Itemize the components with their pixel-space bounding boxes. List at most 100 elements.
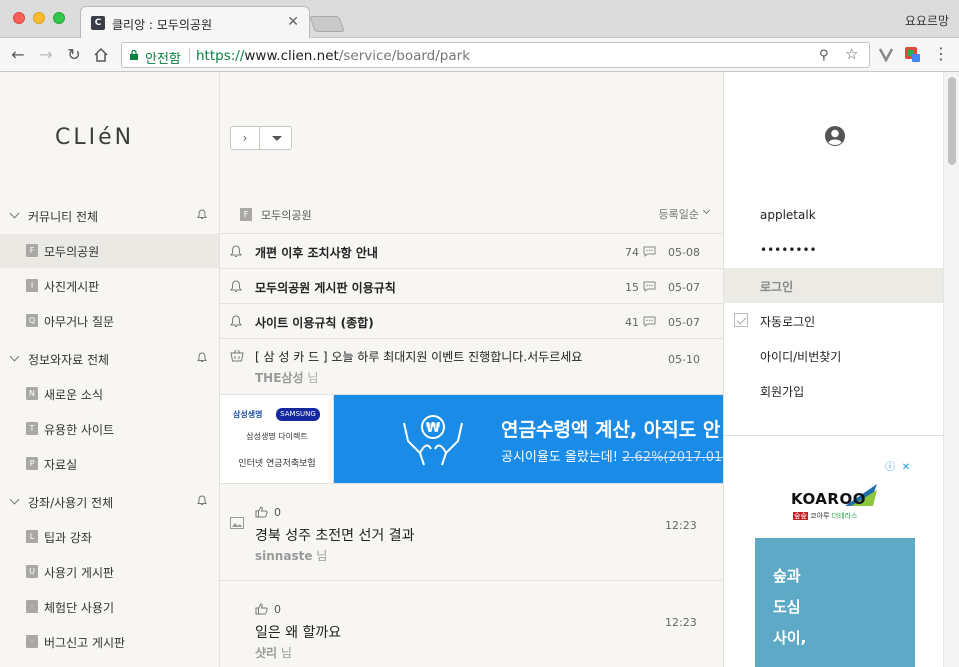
ad-product-name: 삼성생명 다이렉트 <box>246 432 308 441</box>
reload-icon[interactable]: ↻ <box>64 45 84 65</box>
notice-row[interactable]: 사이트 이용규칙 (종합) 41 05-07 <box>220 303 723 338</box>
user-avatar-icon[interactable] <box>824 125 846 147</box>
sidebar-item-experience[interactable]: · 체험단 사용기 <box>0 590 219 624</box>
board-name: 모두의공원 <box>261 209 312 222</box>
comment-count: 15 <box>625 281 639 294</box>
notice-title[interactable]: 개편 이후 조치사항 안내 <box>255 244 378 261</box>
bookmark-star-icon[interactable]: ☆ <box>845 45 858 63</box>
left-sidebar: CLIéN 커뮤니티 전체 F 모두의공원 I 사진게시판 Q 아무거나 질문 … <box>0 72 220 667</box>
hands-coin-icon: ₩ <box>403 415 463 466</box>
bell-icon[interactable] <box>197 495 207 506</box>
board-badge: · <box>26 600 38 613</box>
board-badge: F <box>26 244 38 257</box>
bell-icon <box>230 280 242 292</box>
board-nav-buttons: › <box>230 126 293 150</box>
bell-icon <box>230 245 242 257</box>
bell-icon <box>230 315 242 327</box>
clien-logo[interactable]: CLIéN <box>55 125 134 150</box>
koaroo-logo-text: KOAROO <box>791 490 866 508</box>
sidebar-item-useful-sites[interactable]: T 유용한 사이트 <box>0 412 219 446</box>
post-author[interactable]: 샷리 님 <box>255 644 292 661</box>
sidebar-item-photo[interactable]: I 사진게시판 <box>0 269 219 303</box>
ad-sponsor-box: 삼성생명 SAMSUNG 삼성생명 다이렉트 인터넷 연금저축보험 <box>220 395 334 483</box>
profile-name[interactable]: 요요르망 <box>905 12 949 29</box>
sidebar-item-reviews[interactable]: U 사용기 게시판 <box>0 555 219 589</box>
browser-menu-icon[interactable]: ⋮ <box>933 44 949 64</box>
home-icon[interactable] <box>91 45 111 65</box>
login-button-label: 로그인 <box>760 280 794 294</box>
sidebar-item-bug-report[interactable]: · 버그신고 게시판 <box>0 625 219 659</box>
sidebar-item-pds[interactable]: P 자료실 <box>0 447 219 481</box>
auto-login-checkbox[interactable]: 자동로그인 <box>724 303 944 338</box>
post-time: 12:23 <box>665 616 697 629</box>
close-window-button[interactable] <box>13 12 25 24</box>
browser-tab-active[interactable]: C 클리앙 : 모두의공원 ✕ <box>80 6 310 39</box>
post-author[interactable]: sinnaste 님 <box>255 547 327 564</box>
sidebar-item-question[interactable]: Q 아무거나 질문 <box>0 304 219 338</box>
sidebar-item-label: 체험단 사용기 <box>44 601 115 615</box>
notice-title[interactable]: 모두의공원 게시판 이용규칙 <box>255 279 396 296</box>
board-badge: I <box>26 279 38 292</box>
next-board-button[interactable]: › <box>230 126 260 150</box>
page-scrollbar[interactable] <box>943 72 959 667</box>
sidebar-item-label: 모두의공원 <box>44 245 100 259</box>
maximize-window-button[interactable] <box>53 12 65 24</box>
vimeo-extension-icon[interactable] <box>878 46 894 62</box>
key-icon[interactable]: ⚲ <box>819 48 829 63</box>
board-badge: U <box>26 565 38 578</box>
chevron-down-icon <box>9 208 20 219</box>
notice-row[interactable]: 모두의공원 게시판 이용규칙 15 05-07 <box>220 268 723 303</box>
sidebar-item-park[interactable]: F 모두의공원 <box>0 234 219 268</box>
ad-copy-line: 도심 <box>773 598 801 616</box>
ad-creative[interactable]: ₩ 연금수령액 계산, 아직도 안 하 공시이율도 올랐는데! 2.62%(20… <box>334 395 723 483</box>
menu-group-info[interactable]: 정보와자료 전체 <box>0 344 219 374</box>
scrollbar-thumb[interactable] <box>948 77 956 165</box>
ad-logo-area: ⓘ ✕ KOAROO 숲숲 코아루 더테라스 <box>755 460 915 538</box>
koaroo-side-ad[interactable]: ⓘ ✕ KOAROO 숲숲 코아루 더테라스 숲과 도심 사이, <box>755 460 915 667</box>
back-arrow-icon[interactable]: ← <box>8 45 28 65</box>
username-field[interactable]: appletalk <box>724 198 944 233</box>
minimize-window-button[interactable] <box>33 12 45 24</box>
board-dropdown-button[interactable] <box>259 126 292 150</box>
menu-group-label: 커뮤니티 전체 <box>28 210 99 224</box>
forward-arrow-icon[interactable]: → <box>36 45 56 65</box>
koaroo-tagline: 숲숲 코아루 더테라스 <box>793 512 858 520</box>
post-row[interactable]: 0 일은 왜 할까요 12:23 샷리 님 <box>220 580 723 667</box>
ad-subline: 공시이율도 올랐는데! 2.62%(2017.01) <box>501 450 723 465</box>
post-title[interactable]: [ 삼 성 카 드 ] 오늘 하루 최대지원 이벤트 진행합니다.서두르세요 <box>255 348 582 365</box>
sponsored-post-row[interactable]: [ 삼 성 카 드 ] 오늘 하루 최대지원 이벤트 진행합니다.서두르세요 0… <box>220 338 723 394</box>
password-field[interactable]: •••••••• <box>724 233 944 268</box>
post-title[interactable]: 경북 성주 초전면 선거 결과 <box>255 525 414 545</box>
post-row[interactable]: 0 경북 성주 초전면 선거 결과 12:23 sinnaste 님 <box>220 483 723 579</box>
bell-icon[interactable] <box>197 352 207 363</box>
sidebar-item-label: 버그신고 게시판 <box>44 636 126 650</box>
menu-group-community[interactable]: 커뮤니티 전체 <box>0 201 219 231</box>
account-panel: appletalk •••••••• 로그인 자동로그인 아이디/비번찾기 회원… <box>723 72 944 667</box>
signup-link[interactable]: 회원가입 <box>724 373 944 408</box>
bell-icon[interactable] <box>197 209 207 220</box>
login-button[interactable]: 로그인 <box>724 268 944 303</box>
find-account-label: 아이디/비번찾기 <box>760 350 842 364</box>
insurance-ad-banner[interactable]: 삼성생명 SAMSUNG 삼성생명 다이렉트 인터넷 연금저축보험 ₩ 연금수령… <box>220 394 723 483</box>
find-account-link[interactable]: 아이디/비번찾기 <box>724 338 944 373</box>
sidebar-item-news[interactable]: N 새로운 소식 <box>0 377 219 411</box>
checkbox-icon[interactable] <box>734 313 748 327</box>
address-bar[interactable]: 안전함 https://www.clien.net/service/board/… <box>121 42 870 68</box>
extension-icon[interactable] <box>904 46 920 62</box>
board-badge: N <box>26 387 38 400</box>
ad-info-icon[interactable]: ⓘ <box>883 461 897 475</box>
sidebar-item-tips[interactable]: L 팁과 강좌 <box>0 520 219 554</box>
ad-copy-line: 숲과 <box>773 567 801 585</box>
ad-close-icon[interactable]: ✕ <box>899 461 913 475</box>
board-badge: L <box>26 530 38 543</box>
new-tab-button[interactable] <box>309 16 345 32</box>
board-badge: F <box>240 208 252 221</box>
clien-favicon-icon: C <box>91 16 105 30</box>
tab-close-icon[interactable]: ✕ <box>287 14 299 30</box>
notice-title[interactable]: 사이트 이용규칙 (종합) <box>255 314 374 331</box>
notice-row[interactable]: 개편 이후 조치사항 안내 74 05-08 <box>220 233 723 268</box>
sort-dropdown[interactable]: 등록일순 <box>659 206 699 222</box>
menu-group-lecture[interactable]: 강좌/사용기 전체 <box>0 487 219 517</box>
post-title[interactable]: 일은 왜 할까요 <box>255 622 341 642</box>
post-author[interactable]: THE삼성 님 <box>255 369 318 386</box>
